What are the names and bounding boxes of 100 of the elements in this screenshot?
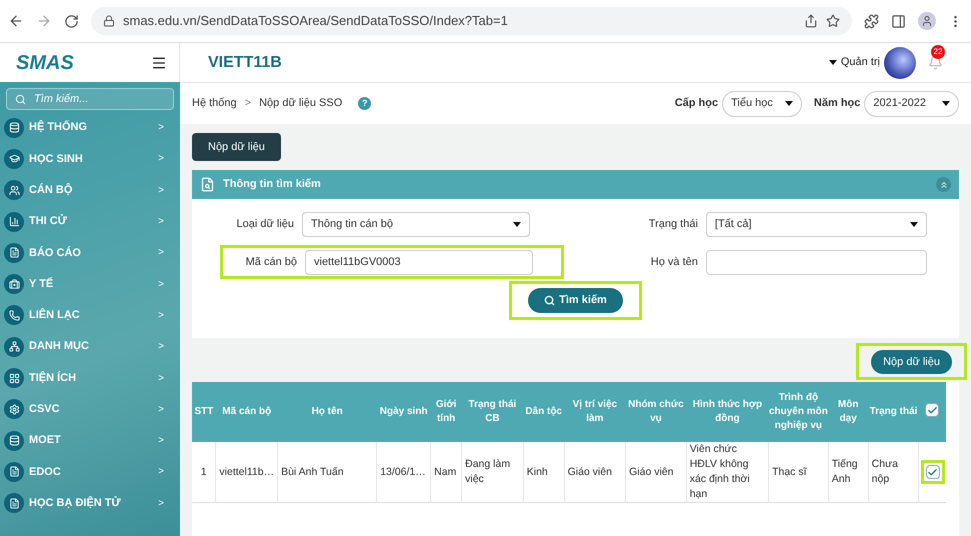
star-icon[interactable] — [826, 14, 840, 28]
column-header: Vị trí việc làm — [564, 382, 626, 442]
search-placeholder: Tìm kiếm... — [34, 92, 88, 107]
caret-icon — [942, 101, 950, 106]
table-cell: Giáo viên — [626, 442, 686, 503]
select-field[interactable]: Thông tin cán bộ — [302, 212, 530, 236]
url-text: smas.edu.vn/SendDataToSSOArea/SendDataToSSO/Index?Tab=1 — [123, 12, 508, 30]
address-bar[interactable]: smas.edu.vn/SendDataToSSOArea/SendDataToSSO/Index?Tab=1 — [91, 7, 852, 35]
column-header: Giới tính — [430, 382, 462, 442]
field-label: Mã cán bộ — [244, 254, 297, 270]
column-header: Họ tên — [278, 382, 377, 442]
sidebar-item[interactable]: LIÊN LẠC > — [4, 300, 176, 332]
column-header: Hình thức hợp đồng — [686, 382, 769, 442]
document-icon — [4, 242, 24, 263]
search-field[interactable]: Tìm kiếm... — [6, 88, 174, 110]
column-header: Mã cán bộ — [216, 382, 278, 442]
sidebar-item[interactable]: EDOC > — [4, 456, 176, 488]
graduation-cap-icon — [4, 148, 24, 169]
column-header: Dân tộc — [523, 382, 564, 442]
sidebar-item[interactable]: TIỆN ÍCH > — [4, 362, 176, 394]
chevron-text: > — [158, 215, 164, 230]
check-icon — [927, 466, 938, 478]
column-header: Môn dạy — [828, 382, 868, 442]
chevrons-up-icon — [938, 180, 948, 190]
search-button[interactable]: Tìm kiếm — [528, 288, 623, 313]
search-icon — [15, 94, 26, 104]
year-select[interactable]: 2021-2022 — [864, 90, 959, 116]
select-field[interactable]: [Tất cả] — [706, 212, 927, 236]
document-icon — [4, 493, 24, 514]
breadcrumb-link[interactable]: Hệ thống — [192, 95, 237, 112]
column-header: Trạng thái CB — [462, 382, 524, 442]
text-field[interactable] — [706, 250, 927, 274]
table-cell: 1 — [192, 442, 216, 503]
column-header: Ngày sinh — [376, 382, 431, 442]
help-icon[interactable]: ? — [358, 97, 372, 110]
checkbox[interactable] — [926, 465, 940, 480]
user-menu[interactable]: Quản trị — [828, 54, 880, 71]
caret-icon — [828, 60, 837, 65]
field-label: Trạng thái — [648, 216, 698, 232]
menu-icon[interactable] — [151, 54, 167, 70]
sidebar-item[interactable]: DANH MỤC > — [4, 331, 176, 362]
submit-data-button[interactable]: Nộp dữ liệu — [871, 350, 952, 374]
table-cell: Viên chức HĐLV không xác định thời hạn — [686, 442, 769, 503]
bell-icon[interactable] — [928, 55, 943, 70]
side-panel-icon[interactable] — [891, 14, 906, 28]
database-icon — [4, 118, 24, 138]
collapse-button[interactable] — [936, 177, 951, 192]
sidebar-item[interactable]: HỆ THỐNG > — [4, 112, 176, 144]
table-cell: Chưa nộp — [868, 442, 919, 503]
lock-icon — [103, 15, 115, 27]
chevron-text: > — [158, 465, 164, 480]
share-icon[interactable] — [804, 14, 818, 28]
column-header: Nhóm chức vụ — [626, 382, 686, 442]
sidebar-item[interactable]: MOET > — [4, 424, 176, 456]
caret-icon — [513, 222, 521, 226]
table-cell: Tiếng Anh — [828, 442, 868, 503]
year-label: Năm học — [814, 96, 860, 112]
reload-icon[interactable] — [64, 14, 79, 28]
column-header: STT — [192, 382, 216, 442]
column-header: Trình độ chuyên môn nghiệp vụ — [768, 382, 828, 442]
chevron-text: > — [158, 496, 164, 511]
chevron-text: > — [158, 372, 164, 386]
chevron-text: > — [158, 434, 164, 448]
sidebar-item[interactable]: BÁO CÁO > — [4, 237, 176, 268]
sidebar-item[interactable]: THI CỬ > — [4, 206, 176, 238]
sidebar-item[interactable]: CÁN BỘ > — [4, 174, 176, 206]
document-icon — [4, 462, 24, 482]
table-cell: Bùi Anh Tuấn — [278, 442, 377, 503]
sidebar-item[interactable]: HỌC BẠ ĐIỆN TỬ > — [4, 488, 176, 519]
chevron-text: > — [158, 246, 164, 260]
network-icon — [4, 336, 24, 357]
document-search-icon — [200, 177, 215, 192]
text-field[interactable]: viettel11bGV0003 — [305, 250, 533, 274]
chevron-text: > — [158, 308, 164, 323]
column-header: Trạng thái — [868, 382, 919, 442]
bar-chart-icon — [4, 212, 24, 232]
level-select[interactable]: Tiểu học — [722, 90, 802, 116]
extensions-icon[interactable] — [864, 14, 879, 28]
medical-case-icon — [4, 274, 24, 294]
avatar[interactable] — [884, 46, 916, 78]
back-icon[interactable] — [8, 13, 24, 29]
caret-icon — [784, 101, 793, 106]
logo[interactable]: SMAS — [16, 48, 74, 78]
chevron-text: > — [158, 152, 164, 166]
sidebar-item[interactable]: HỌC SINH > — [4, 143, 176, 175]
field-label: Loại dữ liệu — [235, 216, 294, 232]
sidebar-item[interactable]: Y TẾ > — [4, 268, 176, 300]
profile-icon[interactable] — [918, 12, 936, 30]
chevron-text: > — [158, 184, 164, 198]
grid-icon — [4, 368, 24, 388]
search-icon — [544, 295, 556, 306]
chevron-text: > — [158, 340, 164, 354]
chevron-text: > — [158, 402, 164, 417]
notification-badge: 22 — [931, 45, 945, 59]
table-cell: viettel11b… — [216, 442, 278, 503]
checkbox[interactable] — [925, 403, 940, 418]
sidebar-item[interactable]: CSVC > — [4, 394, 176, 425]
submit-data-button[interactable]: Nộp dữ liệu — [192, 133, 281, 161]
database-icon — [4, 430, 24, 451]
table-cell: Kinh — [523, 442, 564, 503]
